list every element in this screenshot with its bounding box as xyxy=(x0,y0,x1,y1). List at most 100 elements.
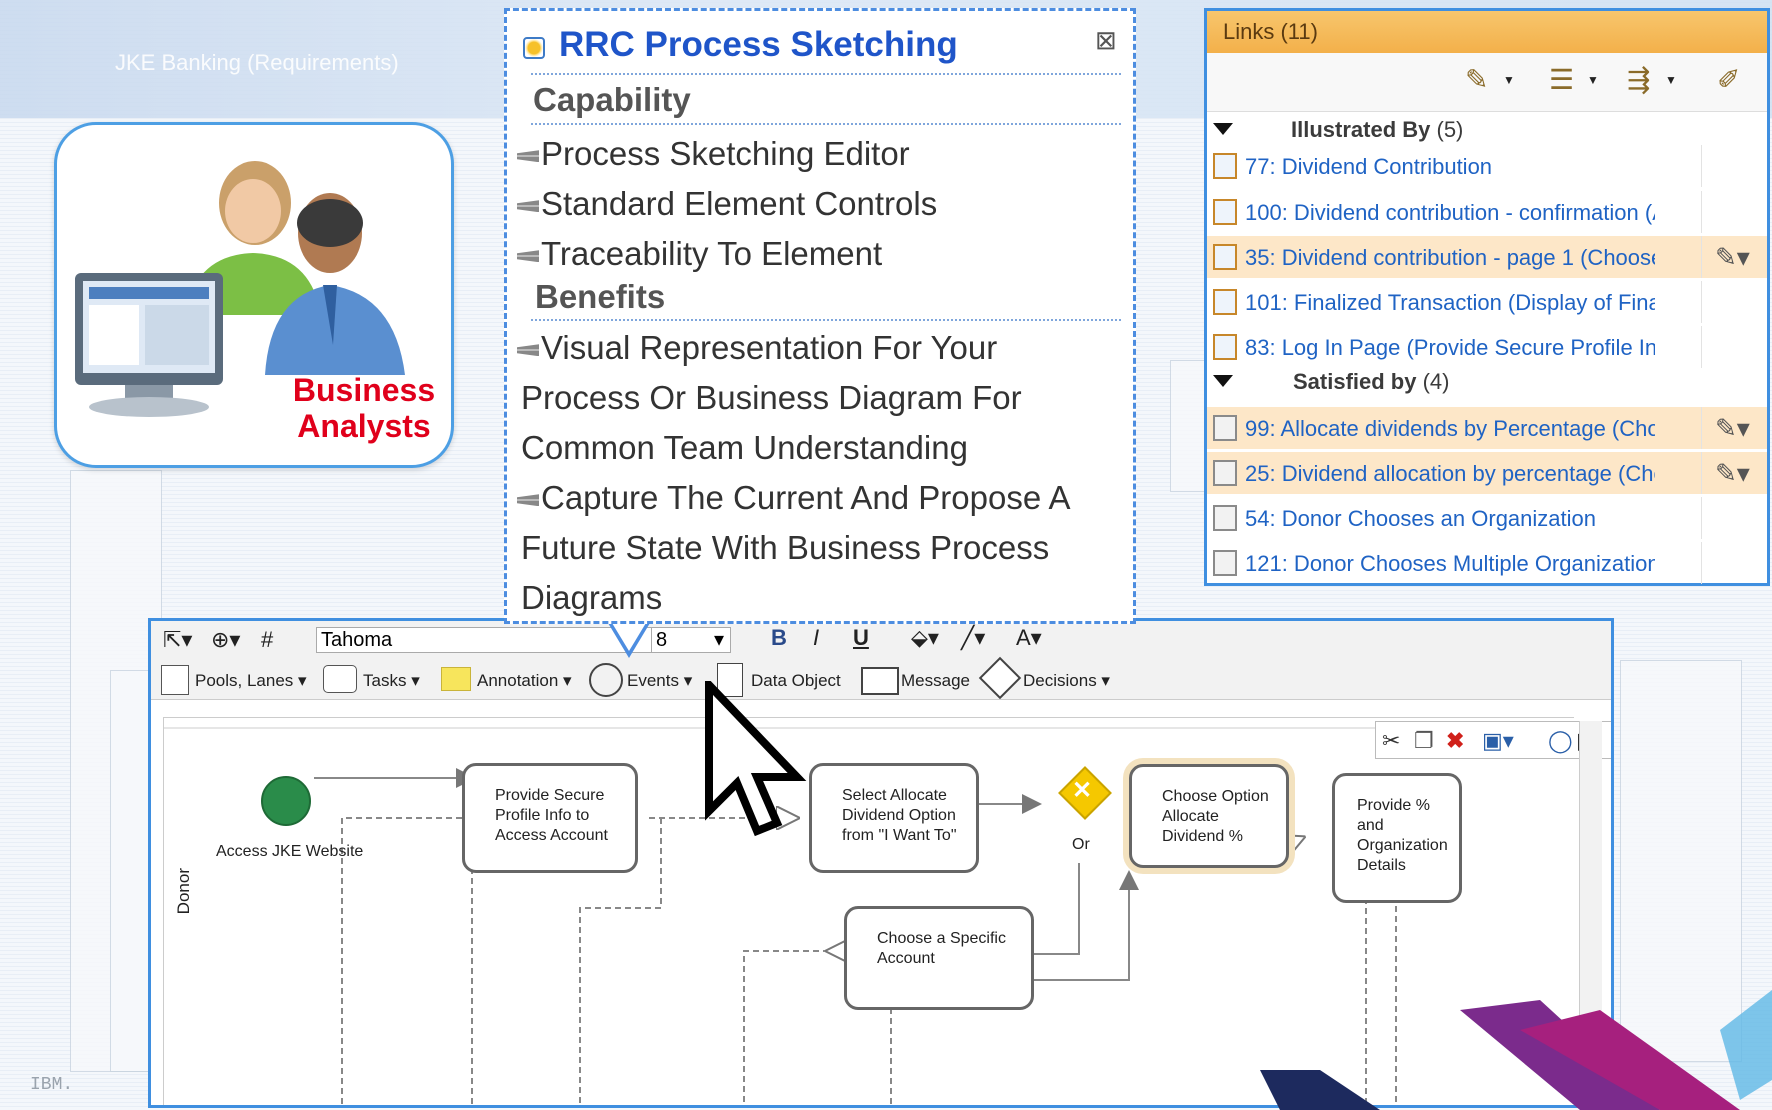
bullet-icon xyxy=(517,250,539,263)
sketch-icon xyxy=(1213,244,1237,270)
link-text[interactable]: 77: Dividend Contribution xyxy=(1245,154,1655,180)
cut-icon[interactable]: ✂ xyxy=(1382,728,1400,754)
group-heading-illustrated-by[interactable]: Illustrated By (5) xyxy=(1291,117,1463,143)
task-provide-details[interactable]: Provide % and Organization Details xyxy=(1332,773,1462,903)
task-select-allocate[interactable]: Select Allocate Dividend Option from "I … xyxy=(809,763,979,873)
grid-icon[interactable]: # xyxy=(261,627,273,653)
link-text[interactable]: 54: Donor Chooses an Organization xyxy=(1245,506,1655,532)
chevron-down-icon[interactable]: ▼ xyxy=(1587,73,1599,87)
select-tool-icon[interactable]: ⇱▾ xyxy=(163,627,192,653)
italic-button[interactable]: I xyxy=(813,625,819,651)
task-provide-profile[interactable]: Provide Secure Profile Info to Access Ac… xyxy=(462,763,638,873)
storyboard-icon xyxy=(1213,153,1237,179)
capability-text: Traceability To Element xyxy=(541,235,883,272)
filter-icon[interactable]: ⇶ xyxy=(1627,63,1650,96)
link-text[interactable]: 100: Dividend contribution - confirmatio… xyxy=(1245,200,1655,226)
decisions-button[interactable]: Decisions ▾ xyxy=(1023,671,1110,691)
link-row[interactable]: 54: Donor Chooses an Organization xyxy=(1207,497,1767,539)
sketch-icon xyxy=(1213,289,1237,315)
task-choose-option[interactable]: Choose Option Allocate Dividend % xyxy=(1129,764,1289,868)
link-row[interactable]: 121: Donor Chooses Multiple Organization xyxy=(1207,542,1767,584)
palette-label: Tasks xyxy=(363,671,407,690)
divider xyxy=(1701,542,1702,584)
gateway-label: Or xyxy=(1072,836,1090,853)
group-count: (4) xyxy=(1422,369,1450,394)
sketch-icon xyxy=(523,37,545,59)
group-name: Illustrated By xyxy=(1291,117,1431,142)
task-choose-account[interactable]: Choose a Specific Account xyxy=(844,906,1034,1010)
bold-button[interactable]: B xyxy=(771,625,787,651)
link-row[interactable]: 77: Dividend Contribution xyxy=(1207,145,1767,187)
collapse-icon[interactable] xyxy=(1213,123,1233,135)
link-text[interactable]: 101: Finalized Transaction (Display of F… xyxy=(1245,290,1655,316)
group-heading-satisfied-by[interactable]: Satisfied by (4) xyxy=(1293,369,1450,395)
chevron-down-icon[interactable]: ▼ xyxy=(1503,73,1515,87)
divider xyxy=(1701,452,1702,494)
decision-icon xyxy=(978,656,1022,700)
palette-label: Decisions xyxy=(1023,671,1097,690)
zoom-icon[interactable]: ⊕▾ xyxy=(211,627,240,653)
bullet-icon xyxy=(517,200,539,213)
pencil-icon[interactable]: ✎▾ xyxy=(1715,458,1750,489)
palette-toolbar: Pools, Lanes ▾ Tasks ▾ Annotation ▾ Even… xyxy=(151,656,1611,700)
add-link-icon[interactable]: ✎ xyxy=(1465,63,1488,96)
palette-label: Pools, Lanes xyxy=(195,671,294,690)
fill-color-icon[interactable]: ⬙▾ xyxy=(911,625,939,651)
start-event-label: Access JKE Website xyxy=(216,843,364,860)
label-line: Analysts xyxy=(297,408,431,444)
message-button[interactable]: Message xyxy=(901,671,970,691)
pools-lanes-button[interactable]: Pools, Lanes ▾ xyxy=(195,671,307,691)
divider xyxy=(1701,145,1702,187)
benefit-text: Visual Representation For Your xyxy=(541,329,998,366)
pencil-icon[interactable]: ✎▾ xyxy=(1715,242,1750,273)
delete-icon[interactable]: ✖ xyxy=(1446,728,1464,754)
link-row[interactable]: 99: Allocate dividends by Percentage (Ch… xyxy=(1207,407,1767,449)
events-button[interactable]: Events ▾ xyxy=(627,671,692,691)
palette-label: Events xyxy=(627,671,679,690)
font-size-value: 8 xyxy=(656,629,668,651)
divider xyxy=(1701,326,1702,368)
event-icon xyxy=(589,663,623,697)
collapse-icon[interactable] xyxy=(1213,375,1233,387)
chevron-down-icon[interactable]: ▼ xyxy=(1665,73,1677,87)
requirement-icon xyxy=(1213,460,1237,486)
annotation-button[interactable]: Annotation ▾ xyxy=(477,671,572,691)
link-row[interactable]: 101: Finalized Transaction (Display of F… xyxy=(1207,281,1767,323)
link-row[interactable]: 83: Log In Page (Provide Secure Profile … xyxy=(1207,326,1767,368)
link-text[interactable]: 83: Log In Page (Provide Secure Profile … xyxy=(1245,335,1655,361)
link-row[interactable]: 25: Dividend allocation by percentage (C… xyxy=(1207,452,1767,494)
tasks-button[interactable]: Tasks ▾ xyxy=(363,671,420,691)
close-icon[interactable]: ⊠ xyxy=(1095,25,1117,56)
mouse-pointer-icon xyxy=(705,681,807,837)
start-event[interactable] xyxy=(261,776,311,826)
capability-item: Traceability To Element xyxy=(517,235,882,273)
divider xyxy=(531,123,1121,125)
sort-icon[interactable]: ☰ xyxy=(1549,63,1574,96)
benefit-line: Future State With Business Process xyxy=(521,529,1050,566)
font-color-icon[interactable]: A▾ xyxy=(1016,625,1042,651)
background-app-title: JKE Banking (Requirements) xyxy=(115,50,399,75)
group-name: Satisfied by xyxy=(1293,369,1417,394)
bullet-icon xyxy=(517,494,539,507)
link-row[interactable]: 100: Dividend contribution - confirmatio… xyxy=(1207,191,1767,233)
divider xyxy=(1701,407,1702,449)
task-icon xyxy=(323,665,357,693)
arrange-icon[interactable]: ▣▾ xyxy=(1482,728,1514,754)
sketch-icon xyxy=(1213,334,1237,360)
line-color-icon[interactable]: ╱▾ xyxy=(961,625,985,651)
link-text[interactable]: 121: Donor Chooses Multiple Organization xyxy=(1245,551,1655,577)
link-text[interactable]: 35: Dividend contribution - page 1 (Choo… xyxy=(1245,245,1655,271)
edit-links-icon[interactable]: ✐ xyxy=(1717,63,1740,96)
link-text[interactable]: 99: Allocate dividends by Percentage (Ch… xyxy=(1245,416,1655,442)
pencil-icon[interactable]: ✎▾ xyxy=(1715,413,1750,444)
font-size-select[interactable]: 8 ▾ xyxy=(651,627,731,653)
underline-button[interactable]: U xyxy=(853,625,869,651)
divider xyxy=(531,73,1121,75)
copy-icon[interactable]: ❐ xyxy=(1414,728,1434,754)
link-text[interactable]: 25: Dividend allocation by percentage (C… xyxy=(1245,461,1655,487)
divider xyxy=(531,319,1121,321)
comment-icon[interactable]: ◯ xyxy=(1548,728,1573,754)
benefit-line: Common Team Understanding xyxy=(521,429,968,466)
link-row[interactable]: 35: Dividend contribution - page 1 (Choo… xyxy=(1207,236,1767,278)
requirement-icon xyxy=(1213,415,1237,441)
